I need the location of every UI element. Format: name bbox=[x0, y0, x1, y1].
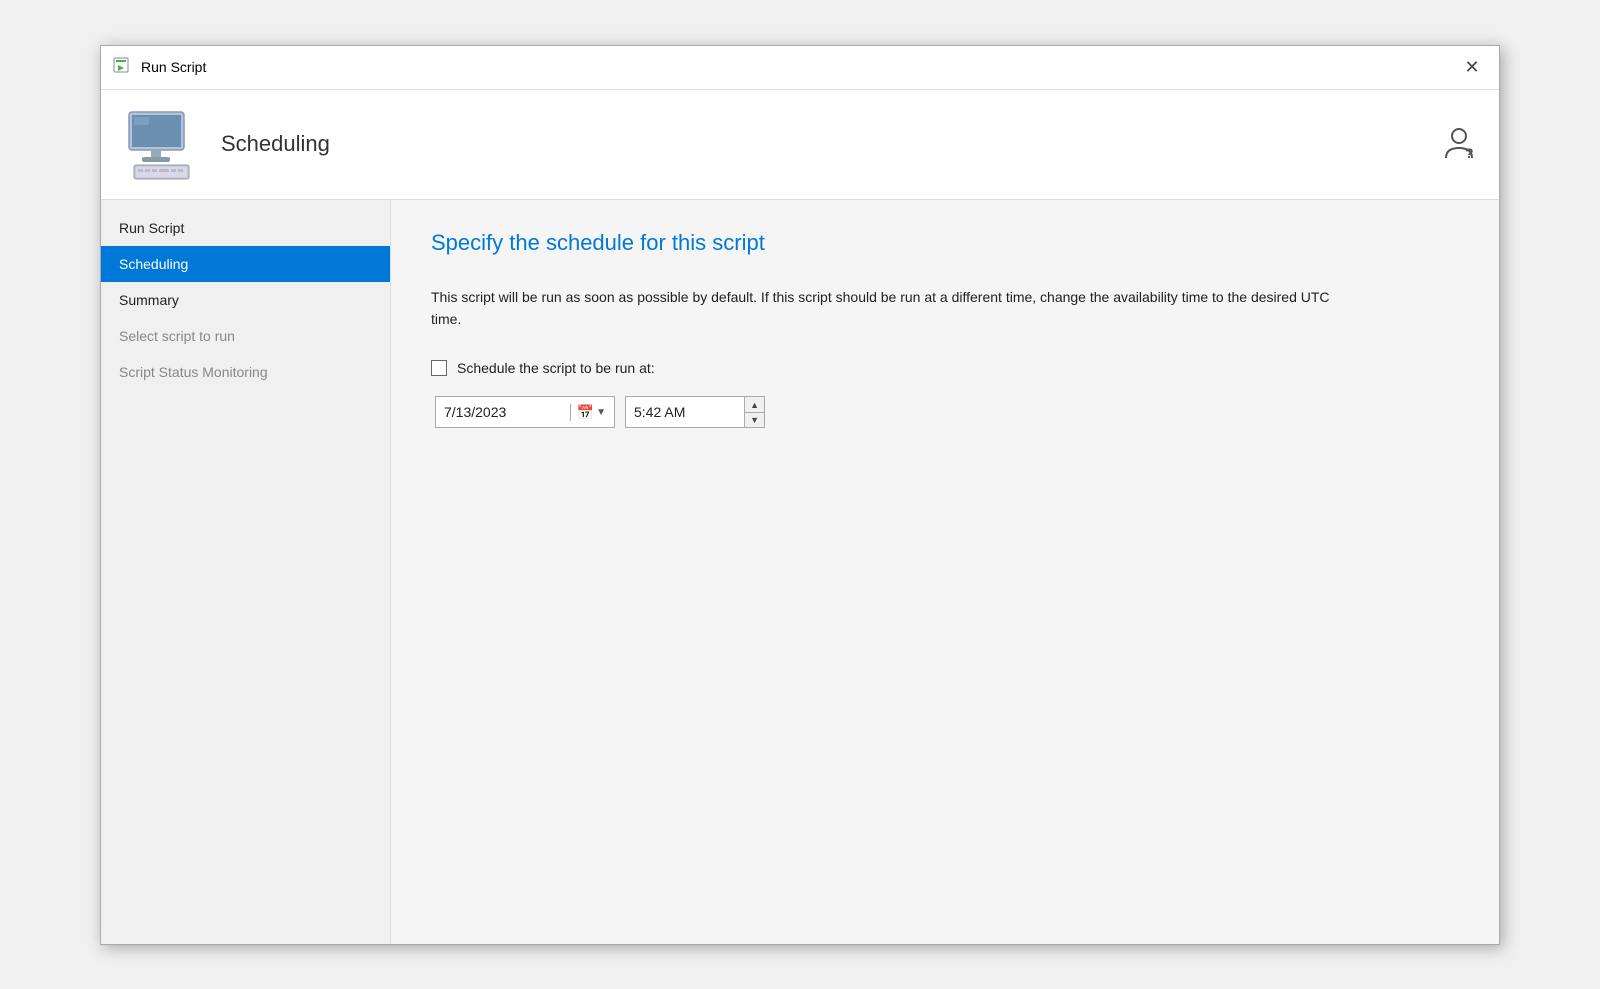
title-bar-icon bbox=[113, 57, 133, 77]
content-area: Run Script Scheduling Summary Select scr… bbox=[101, 200, 1499, 944]
calendar-icon: 📅 bbox=[577, 404, 594, 421]
time-input[interactable]: 5:42 AM ▲ ▼ bbox=[625, 396, 765, 428]
time-increment-btn[interactable]: ▲ bbox=[745, 397, 764, 413]
main-panel: Specify the schedule for this script Thi… bbox=[391, 200, 1499, 944]
svg-text:?: ? bbox=[1465, 145, 1474, 161]
dialog-title: Run Script bbox=[141, 59, 1457, 75]
date-input[interactable]: 7/13/2023 📅 ▼ bbox=[435, 396, 615, 428]
close-button[interactable]: ✕ bbox=[1457, 52, 1487, 82]
computer-icon bbox=[121, 104, 201, 184]
schedule-checkbox-row: Schedule the script to be run at: bbox=[431, 360, 1459, 376]
run-script-icon bbox=[113, 57, 133, 77]
calendar-dropdown-btn[interactable]: 📅 ▼ bbox=[570, 404, 606, 421]
description-text: This script will be run as soon as possi… bbox=[431, 286, 1331, 331]
sidebar-item-status-monitoring: Script Status Monitoring bbox=[101, 354, 390, 390]
schedule-checkbox-label: Schedule the script to be run at: bbox=[457, 360, 655, 376]
title-bar: Run Script ✕ bbox=[101, 46, 1499, 90]
computer-illustration bbox=[124, 107, 199, 182]
dropdown-arrow-icon: ▼ bbox=[596, 407, 606, 418]
date-time-row: 7/13/2023 📅 ▼ 5:42 AM ▲ ▼ bbox=[435, 396, 1459, 428]
header-title: Scheduling bbox=[221, 131, 1439, 157]
time-value: 5:42 AM bbox=[626, 400, 744, 424]
sidebar-item-select-script: Select script to run bbox=[101, 318, 390, 354]
date-value: 7/13/2023 bbox=[444, 404, 570, 420]
sidebar: Run Script Scheduling Summary Select scr… bbox=[101, 200, 391, 944]
schedule-checkbox-container: Schedule the script to be run at: bbox=[431, 360, 655, 376]
person-icon: ? bbox=[1439, 124, 1479, 164]
schedule-checkbox[interactable] bbox=[431, 360, 447, 376]
time-spinner[interactable]: ▲ ▼ bbox=[744, 397, 764, 427]
sidebar-item-run-script[interactable]: Run Script bbox=[101, 210, 390, 246]
header-band: Scheduling ? bbox=[101, 90, 1499, 200]
sidebar-item-summary[interactable]: Summary bbox=[101, 282, 390, 318]
person-svg: ? bbox=[1441, 126, 1477, 162]
sidebar-item-scheduling[interactable]: Scheduling bbox=[101, 246, 390, 282]
time-decrement-btn[interactable]: ▼ bbox=[745, 413, 764, 428]
dialog-window: Run Script ✕ bbox=[100, 45, 1500, 945]
main-panel-title: Specify the schedule for this script bbox=[431, 230, 1459, 256]
